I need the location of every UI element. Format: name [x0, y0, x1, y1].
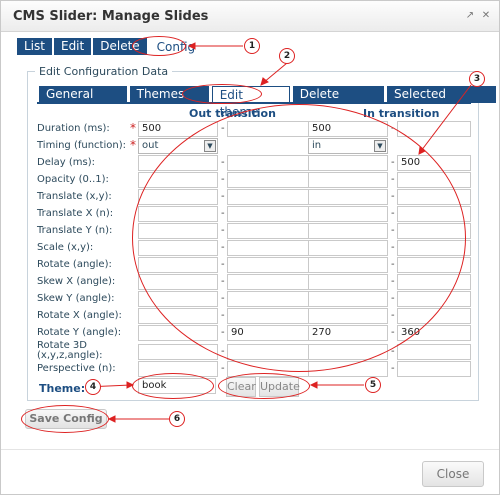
field-label: Translate Y (n):: [37, 225, 113, 236]
field-label: Delay (ms):: [37, 157, 95, 168]
annotation-badge-2: 2: [279, 48, 295, 64]
in-value-b-input[interactable]: [397, 121, 471, 137]
theme-label: Theme:: [39, 382, 86, 395]
annotation-ellipse-fields: [132, 104, 466, 372]
required-marker: *: [130, 121, 136, 135]
field-label: Rotate 3D (x,y,z,angle):: [37, 340, 103, 361]
annotation-ellipse-buttons: [218, 373, 310, 399]
field-label: Skew X (angle):: [37, 276, 116, 287]
field-label: Rotate Y (angle):: [37, 327, 122, 338]
required-marker: *: [130, 138, 136, 152]
field-label: Rotate X (angle):: [37, 310, 122, 321]
field-label: Translate (x,y):: [37, 191, 112, 202]
annotation-ellipse-edit-theme: [182, 84, 262, 104]
tab-divider: [37, 102, 471, 104]
field-label: Scale (x,y):: [37, 242, 94, 253]
in-value-b-input[interactable]: [397, 361, 471, 377]
range-separator: -: [391, 363, 395, 374]
field-label: Opacity (0..1):: [37, 174, 109, 185]
field-label: Translate X (n):: [37, 208, 114, 219]
annotation-badge-6: 6: [169, 411, 185, 427]
dialog-title: CMS Slider: Manage Slides: [13, 9, 209, 24]
panel-legend: Edit Configuration Data: [35, 65, 173, 78]
close-icon[interactable]: ✕: [479, 9, 493, 23]
footer-divider: [1, 449, 499, 450]
dialog-titlebar: CMS Slider: Manage Slides ↗ ✕: [1, 1, 499, 32]
annotation-ellipse-theme: [132, 373, 214, 399]
annotation-badge-3: 3: [469, 71, 485, 87]
tab-delete-theme[interactable]: Delete theme: [292, 86, 384, 118]
close-button[interactable]: Close: [422, 461, 484, 487]
in-value-b-input[interactable]: [397, 344, 471, 360]
annotation-badge-4: 4: [85, 379, 101, 395]
range-separator: -: [221, 363, 225, 374]
field-label: Duration (ms):: [37, 123, 110, 134]
select-value: out: [142, 140, 159, 151]
field-label: Perspective (n):: [37, 363, 116, 374]
nav-list-button[interactable]: List: [17, 38, 52, 55]
annotation-ellipse-save: [21, 405, 109, 433]
field-label: Rotate (angle):: [37, 259, 112, 270]
annotation-badge-1: 1: [244, 38, 260, 54]
field-label: Timing (function):: [37, 140, 126, 151]
field-label: Skew Y (angle):: [37, 293, 115, 304]
nav-edit-button[interactable]: Edit: [53, 38, 92, 55]
tab-selected-themes[interactable]: Selected themes: [386, 86, 496, 118]
tab-general-data[interactable]: General data: [39, 86, 127, 118]
manage-slides-dialog: CMS Slider: Manage Slides ↗ ✕ List Edit …: [0, 0, 500, 495]
popout-icon[interactable]: ↗: [463, 9, 477, 23]
annotation-ellipse-config: [132, 36, 186, 56]
annotation-badge-5: 5: [365, 377, 381, 393]
config-tabs: General data Themes list Edit theme Dele…: [39, 86, 499, 119]
